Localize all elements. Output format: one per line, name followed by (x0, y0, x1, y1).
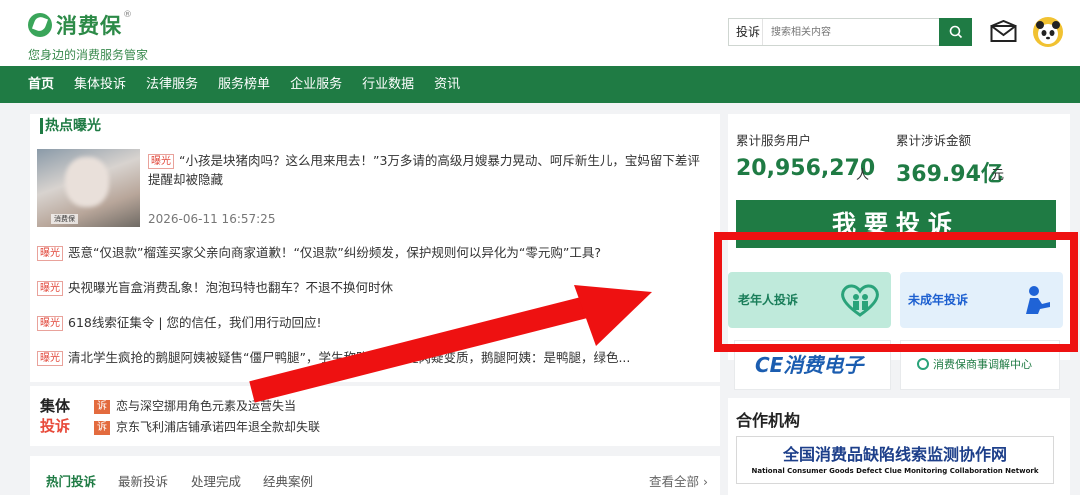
news-text: 恶意“仅退款”榴莲买家父亲向商家道歉！“仅退款”纠纷频发，保护规则何以异化为“零… (68, 245, 601, 260)
search-icon (949, 25, 962, 39)
nav-item-news[interactable]: 资讯 (424, 66, 470, 103)
users-value: 20,956,270 (736, 156, 876, 181)
mediation-logo-icon (917, 358, 929, 370)
site-logo[interactable]: 消费保 ® 您身边的消费服务管家 (28, 10, 148, 63)
registered-mark-icon: ® (123, 10, 132, 20)
nav-item-home[interactable]: 首页 (18, 66, 64, 103)
news-text: 618线索征集令 | 您的信任，我们用行动回应! (68, 315, 322, 330)
logo-title: 消费保 (56, 14, 122, 38)
cooperation-panel: 合作机构 全国消费品缺陷线索监测协作网 National Consumer Go… (728, 398, 1070, 495)
news-text: 央视曝光盲盒消费乱象！泡泡玛特也翻车？不退不换何时休 (68, 280, 394, 295)
list-item[interactable]: 曝光 恶意“仅退款”榴莲买家父亲向商家道歉！“仅退款”纠纷频发，保护规则何以异化为… (37, 244, 707, 279)
logo-slogan: 您身边的消费服务管家 (28, 48, 149, 62)
list-item[interactable]: 曝光 618线索征集令 | 您的信任，我们用行动回应! (37, 314, 707, 349)
nav-item-enterprise-service[interactable]: 企业服务 (280, 66, 352, 103)
blurred-photo (65, 157, 109, 207)
hot-exposure-title: 热点曝光 (40, 118, 101, 134)
search-bar: 投诉 (728, 18, 972, 46)
list-item[interactable]: 曝光 清北学生疯抢的鹅腿阿姨被疑售“僵尸鸭腿”，学生称购买后鸭腿肉疑变质，鹅腿阿姨… (37, 349, 707, 384)
group-logo-line2: 投诉 (40, 417, 71, 435)
featured-thumbnail[interactable]: 消费保 (37, 149, 140, 227)
exposure-tag: 曝光 (37, 351, 63, 366)
featured-headline-text: “小孩是块猪肉吗？这么甩来甩去！”3万多请的高级月嫂暴力晃动、呵斥新生儿，宝妈留… (148, 153, 700, 187)
main-nav: 首页 集体投诉 法律服务 服务榜单 企业服务 行业数据 资讯 (0, 66, 1080, 103)
search-button[interactable] (939, 18, 972, 46)
complaint-tag: 诉 (94, 400, 110, 414)
group-item-text: 恋与深空挪用角色元素及运营失当 (116, 399, 297, 413)
coop-network-name: 全国消费品缺陷线索监测协作网 (782, 445, 1007, 464)
exposure-tag: 曝光 (148, 154, 174, 169)
amount-unit: 元 (991, 168, 1005, 183)
view-all-link[interactable]: 查看全部 › (649, 471, 708, 490)
amount-label: 累计涉诉金额 (896, 133, 972, 148)
leaf-logo-icon (28, 13, 52, 37)
list-item[interactable]: 曝光 央视曝光盲盒消费乱象！泡泡玛特也翻车？不退不换何时休 (37, 279, 707, 314)
exposure-tag: 曝光 (37, 246, 63, 261)
tab-resolved[interactable]: 处理完成 (191, 471, 241, 490)
site-header: 消费保 ® 您身边的消费服务管家 投诉 (0, 0, 1080, 66)
group-complaint-logo[interactable]: 集体 投诉 (40, 396, 70, 436)
amount-value: 369.94亿 (896, 162, 1003, 187)
search-type-select[interactable]: 投诉 (729, 19, 763, 45)
cooperation-title: 合作机构 (736, 411, 801, 430)
search-input[interactable] (763, 19, 939, 45)
coop-network-name-en: National Consumer Goods Defect Clue Moni… (751, 467, 1039, 475)
nav-item-group-complaint[interactable]: 集体投诉 (64, 66, 136, 103)
list-item[interactable]: 诉恋与深空挪用角色元素及运营失当 (94, 396, 320, 417)
news-list: 曝光 恶意“仅退款”榴莲买家父亲向商家道歉！“仅退款”纠纷频发，保护规则何以异化为… (37, 244, 707, 384)
mediation-center-label: 消费保商事调解中心 (933, 358, 1032, 371)
list-item[interactable]: 诉京东飞利浦店铺承诺四年退全款却失联 (94, 417, 320, 438)
featured-headline[interactable]: 曝光 “小孩是块猪肉吗？这么甩来甩去！”3万多请的高级月嫂暴力晃动、呵斥新生儿，宝… (148, 151, 708, 189)
group-item-text: 京东飞利浦店铺承诺四年退全款却失联 (116, 420, 321, 434)
nav-item-legal-service[interactable]: 法律服务 (136, 66, 208, 103)
nav-item-industry-data[interactable]: 行业数据 (352, 66, 424, 103)
group-complaint-list: 诉恋与深空挪用角色元素及运营失当 诉京东飞利浦店铺承诺四年退全款却失联 (94, 396, 320, 438)
tab-latest-complaints[interactable]: 最新投诉 (118, 471, 168, 490)
exposure-tag: 曝光 (37, 316, 63, 331)
group-logo-line1: 集体 (40, 397, 71, 415)
exposure-tag: 曝光 (37, 281, 63, 296)
annotation-highlight-box (714, 232, 1078, 352)
news-text: 清北学生疯抢的鹅腿阿姨被疑售“僵尸鸭腿”，学生称购买后鸭腿肉疑变质，鹅腿阿姨：是… (68, 350, 631, 365)
mail-icon[interactable] (990, 20, 1017, 43)
chevron-right-icon: › (699, 474, 708, 489)
view-all-label: 查看全部 (649, 474, 700, 489)
users-unit: 人 (856, 168, 870, 183)
nav-item-service-ranking[interactable]: 服务榜单 (208, 66, 280, 103)
complaint-tag: 诉 (94, 421, 110, 435)
group-complaint-panel: 集体 投诉 诉恋与深空挪用角色元素及运营失当 诉京东飞利浦店铺承诺四年退全款却失… (30, 386, 720, 446)
users-label: 累计服务用户 (736, 133, 812, 148)
thumbnail-watermark: 消费保 (51, 214, 78, 224)
complaint-tabs-panel: 热门投诉 最新投诉 处理完成 经典案例 查看全部 › (30, 456, 720, 495)
cooperation-network-logo[interactable]: 全国消费品缺陷线索监测协作网 National Consumer Goods D… (736, 436, 1054, 484)
tab-classic-cases[interactable]: 经典案例 (263, 471, 313, 490)
tab-hot-complaints[interactable]: 热门投诉 (46, 471, 96, 490)
user-avatar[interactable] (1033, 17, 1063, 47)
panda-avatar-icon (1036, 21, 1060, 44)
featured-date: 2026-06-11 16:57:25 (148, 212, 276, 226)
hot-exposure-panel: 热点曝光 消费保 曝光 “小孩是块猪肉吗？这么甩来甩去！”3万多请的高级月嫂暴力晃… (30, 114, 720, 382)
